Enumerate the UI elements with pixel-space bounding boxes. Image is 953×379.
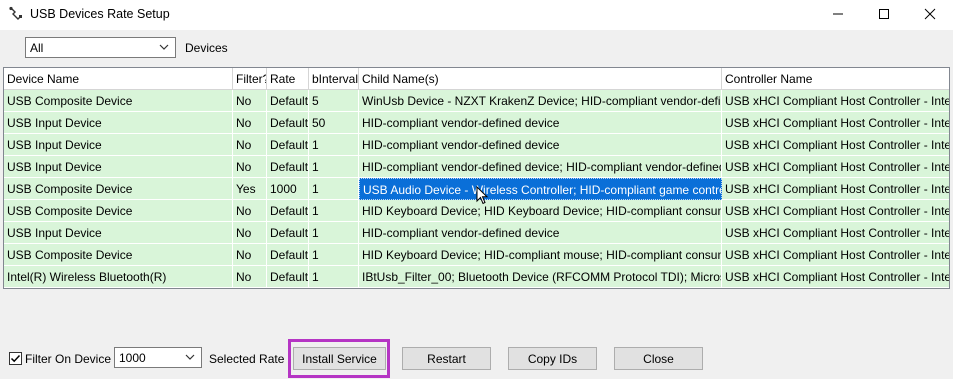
controller-name-cell: USB xHCI Compliant Host Controller - Int… xyxy=(722,244,949,266)
child-names-cell: IBtUsb_Filter_00; Bluetooth Device (RFCO… xyxy=(359,266,722,288)
filter-cell: No xyxy=(233,112,267,134)
table-row[interactable]: USB Composite Device No Default 1 HID Ke… xyxy=(4,244,949,266)
maximize-icon xyxy=(879,9,889,19)
controller-name-cell: USB xHCI Compliant Host Controller - Int… xyxy=(722,266,949,288)
rate-cell: Default xyxy=(267,156,309,178)
binterval-cell: 50 xyxy=(309,112,359,134)
table-row[interactable]: Intel(R) Wireless Bluetooth(R) No Defaul… xyxy=(4,266,949,288)
column-header-binterval[interactable]: bInterval xyxy=(309,68,359,90)
column-header-filter[interactable]: Filter? xyxy=(233,68,267,90)
child-names-cell-selected[interactable]: USB Audio Device - Wireless Controller; … xyxy=(359,178,722,200)
rate-cell: Default xyxy=(267,112,309,134)
rate-cell: Default xyxy=(267,134,309,156)
filter-cell: No xyxy=(233,266,267,288)
minimize-button[interactable] xyxy=(815,0,861,28)
controller-name-cell: USB xHCI Compliant Host Controller - Int… xyxy=(722,112,949,134)
window-title: USB Devices Rate Setup xyxy=(30,7,170,21)
child-names-cell: HID-compliant vendor-defined device; HID… xyxy=(359,156,722,178)
rate-dropdown[interactable]: 1000 xyxy=(114,347,202,368)
device-filter-dropdown[interactable]: All xyxy=(25,37,176,58)
column-header-child-names[interactable]: Child Name(s) xyxy=(359,68,722,90)
device-name-cell: USB Input Device xyxy=(4,112,233,134)
rate-cell: 1000 xyxy=(267,178,309,200)
restart-button[interactable]: Restart xyxy=(402,347,491,370)
selected-rate-label: Selected Rate xyxy=(209,352,285,366)
filter-on-device-checkbox[interactable] xyxy=(9,352,22,365)
rate-cell: Default xyxy=(267,244,309,266)
close-icon xyxy=(924,8,936,20)
copy-ids-button[interactable]: Copy IDs xyxy=(508,347,597,370)
close-button[interactable]: Close xyxy=(614,347,703,370)
device-name-cell: USB Composite Device xyxy=(4,178,233,200)
device-name-cell: USB Input Device xyxy=(4,134,233,156)
filter-on-device-label[interactable]: Filter On Device xyxy=(25,352,111,366)
device-name-cell: USB Composite Device xyxy=(4,244,233,266)
rate-cell: Default xyxy=(267,90,309,112)
filter-cell: No xyxy=(233,134,267,156)
binterval-cell: 5 xyxy=(309,90,359,112)
filter-cell: No xyxy=(233,156,267,178)
binterval-cell: 1 xyxy=(309,178,359,200)
filter-cell: No xyxy=(233,200,267,222)
title-bar: USB Devices Rate Setup xyxy=(0,0,953,30)
binterval-cell: 1 xyxy=(309,266,359,288)
child-names-cell: HID-compliant vendor-defined device xyxy=(359,222,722,244)
column-header-rate[interactable]: Rate xyxy=(267,68,309,90)
rate-cell: Default xyxy=(267,222,309,244)
column-header-device-name[interactable]: Device Name xyxy=(4,68,233,90)
minimize-icon xyxy=(833,13,843,15)
rate-cell: Default xyxy=(267,266,309,288)
filter-cell: No xyxy=(233,244,267,266)
child-names-cell: HID Keyboard Device; HID-compliant mouse… xyxy=(359,244,722,266)
device-name-cell: USB Input Device xyxy=(4,156,233,178)
device-filter-value: All xyxy=(30,41,44,55)
filter-cell: Yes xyxy=(233,178,267,200)
controller-name-cell: USB xHCI Compliant Host Controller - Int… xyxy=(722,90,949,112)
rate-value: 1000 xyxy=(119,351,146,365)
filter-cell: No xyxy=(233,90,267,112)
child-names-cell: HID Keyboard Device; HID Keyboard Device… xyxy=(359,200,722,222)
controller-name-cell: USB xHCI Compliant Host Controller - Int… xyxy=(722,178,949,200)
controller-name-cell: USB xHCI Compliant Host Controller - Int… xyxy=(722,222,949,244)
devices-label: Devices xyxy=(185,41,228,55)
maximize-button[interactable] xyxy=(861,0,907,28)
column-header-controller-name[interactable]: Controller Name xyxy=(722,68,949,90)
table-row[interactable]: USB Composite Device No Default 5 WinUsb… xyxy=(4,90,949,112)
child-names-cell: HID-compliant vendor-defined device xyxy=(359,134,722,156)
table-row[interactable]: USB Input Device No Default 1 HID-compli… xyxy=(4,222,949,244)
binterval-cell: 1 xyxy=(309,134,359,156)
controller-name-cell: USB xHCI Compliant Host Controller - Int… xyxy=(722,156,949,178)
rate-cell: Default xyxy=(267,200,309,222)
controller-name-cell: USB xHCI Compliant Host Controller - Int… xyxy=(722,134,949,156)
close-window-button[interactable] xyxy=(907,0,953,28)
table-row[interactable]: USB Input Device No Default 1 HID-compli… xyxy=(4,134,949,156)
mouse-cursor-icon xyxy=(476,186,489,205)
checkmark-icon xyxy=(10,354,21,363)
binterval-cell: 1 xyxy=(309,222,359,244)
device-table[interactable]: Device Name Filter? Rate bInterval Child… xyxy=(3,67,950,289)
usb-app-icon xyxy=(9,6,22,20)
chevron-down-icon xyxy=(185,354,195,360)
table-row[interactable]: USB Input Device No Default 50 HID-compl… xyxy=(4,112,949,134)
controller-name-cell: USB xHCI Compliant Host Controller - Int… xyxy=(722,200,949,222)
device-name-cell: USB Input Device xyxy=(4,222,233,244)
device-name-cell: USB Composite Device xyxy=(4,200,233,222)
chevron-down-icon xyxy=(159,44,169,50)
device-name-cell: Intel(R) Wireless Bluetooth(R) xyxy=(4,266,233,288)
highlight-frame xyxy=(288,339,390,378)
child-names-cell: HID-compliant vendor-defined device xyxy=(359,112,722,134)
child-names-cell: WinUsb Device - NZXT KrakenZ Device; HID… xyxy=(359,90,722,112)
binterval-cell: 1 xyxy=(309,244,359,266)
table-row[interactable]: USB Input Device No Default 1 HID-compli… xyxy=(4,156,949,178)
table-header: Device Name Filter? Rate bInterval Child… xyxy=(4,68,949,90)
binterval-cell: 1 xyxy=(309,200,359,222)
binterval-cell: 1 xyxy=(309,156,359,178)
device-name-cell: USB Composite Device xyxy=(4,90,233,112)
filter-cell: No xyxy=(233,222,267,244)
